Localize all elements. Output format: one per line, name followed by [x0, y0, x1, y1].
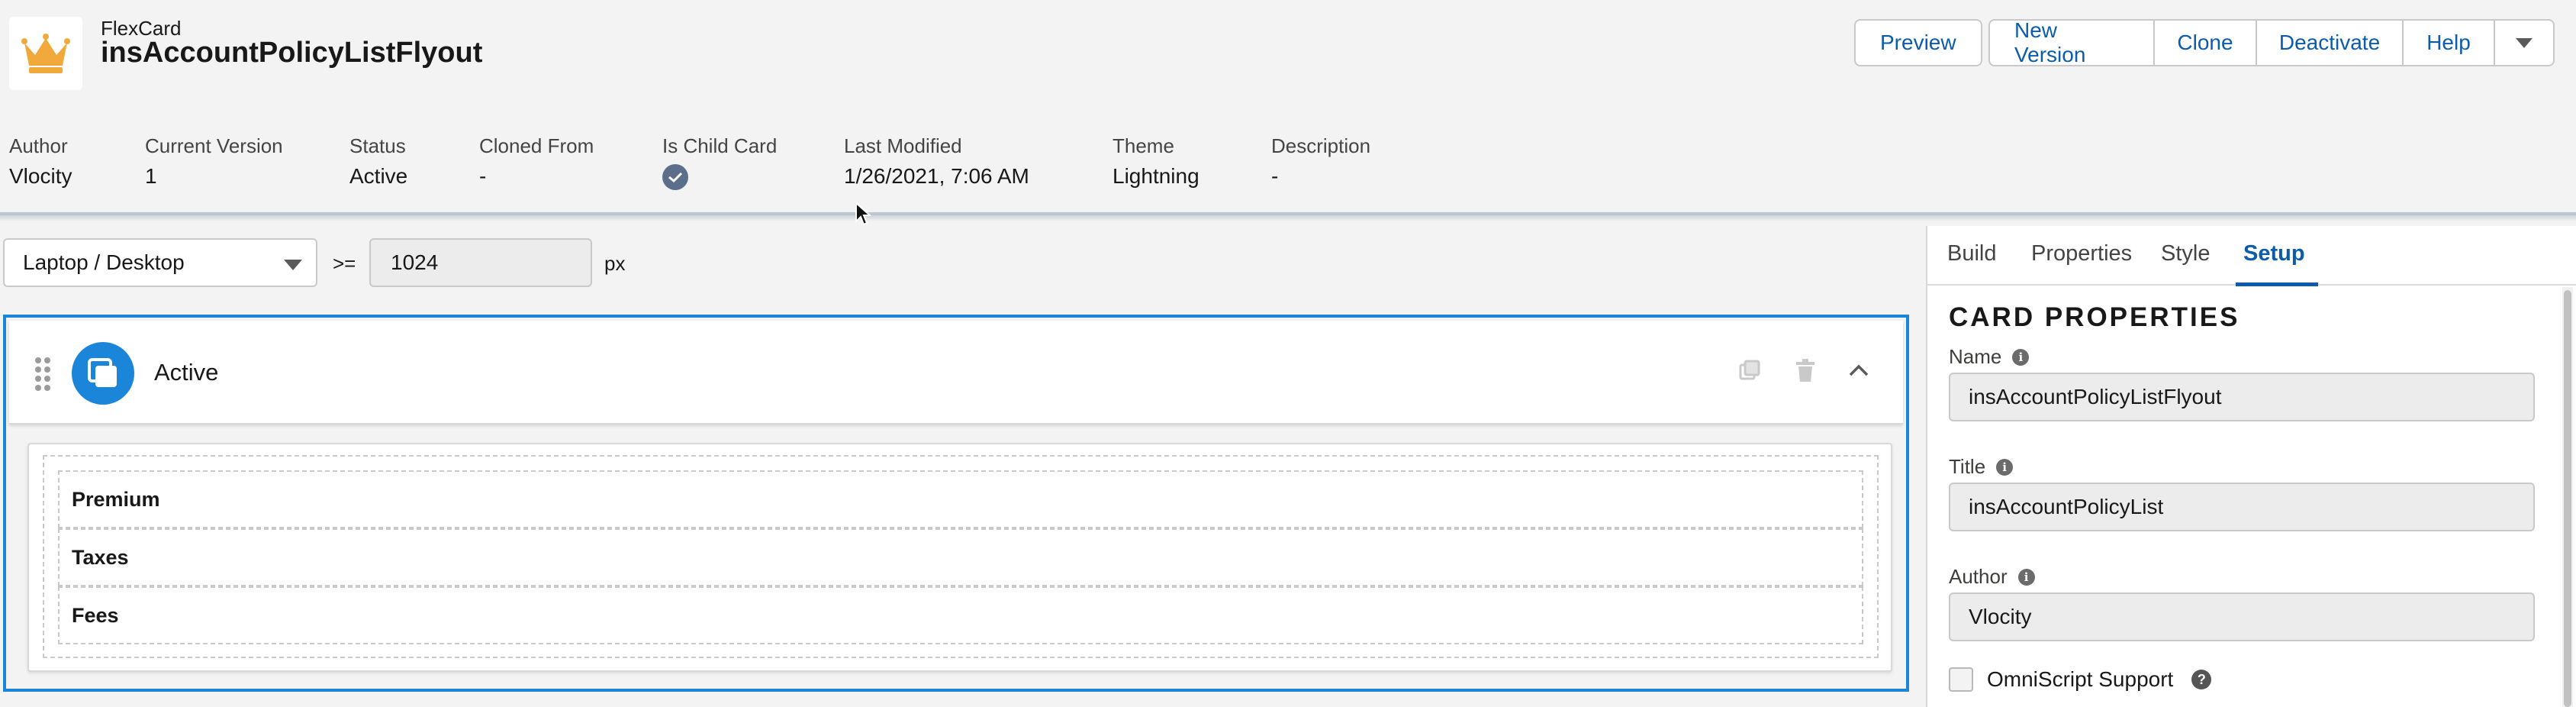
device-select[interactable]: Laptop / Desktop: [3, 238, 317, 287]
tab-setup[interactable]: Setup: [2243, 241, 2305, 266]
meta-status: Status Active: [349, 134, 408, 188]
more-actions-button[interactable]: [2494, 19, 2555, 66]
card-state-header: Active: [9, 321, 1903, 425]
preview-button[interactable]: Preview: [1854, 19, 1982, 66]
info-icon[interactable]: i: [2017, 568, 2035, 586]
deactivate-button[interactable]: Deactivate: [2256, 19, 2404, 66]
title-field[interactable]: insAccountPolicyList: [1949, 483, 2535, 531]
card-state-active[interactable]: Active Premium Taxes Fees: [3, 315, 1909, 692]
card-state-icon: [72, 342, 134, 405]
help-button[interactable]: Help: [2402, 19, 2495, 66]
page-header: FlexCard insAccountPolicyListFlyout Prev…: [0, 0, 2576, 215]
breakpoint-width-input[interactable]: 1024: [369, 238, 592, 287]
device-select-value: Laptop / Desktop: [23, 250, 185, 274]
omniscript-support-option: OmniScript Support ?: [1949, 667, 2212, 692]
breakpoint-operator: >=: [333, 252, 356, 275]
meta-description: Description -: [1271, 134, 1371, 188]
tab-style[interactable]: Style: [2161, 241, 2210, 266]
tab-properties[interactable]: Properties: [2031, 241, 2132, 266]
field-taxes[interactable]: Taxes: [58, 528, 1863, 586]
breakpoint-unit: px: [604, 252, 626, 275]
section-title: CARD PROPERTIES: [1949, 302, 2240, 332]
panel-tabs: Build Properties Style Setup: [1927, 226, 2576, 286]
help-icon[interactable]: ?: [2191, 670, 2212, 689]
info-icon[interactable]: i: [2012, 348, 2030, 366]
meta-theme: Theme Lightning: [1113, 134, 1199, 188]
card-state-title: Active: [154, 359, 219, 386]
card-body: Premium Taxes Fees: [27, 443, 1892, 672]
meta-last-modified: Last Modified 1/26/2021, 7:06 AM: [844, 134, 1029, 188]
meta-is-child-card: Is Child Card: [662, 134, 777, 190]
panel-scrollbar[interactable]: [2562, 287, 2573, 707]
field-block-container: Premium Taxes Fees: [43, 455, 1879, 658]
omniscript-support-label: OmniScript Support: [1987, 667, 2174, 691]
active-tab-indicator: [2236, 282, 2318, 286]
page-title: insAccountPolicyListFlyout: [101, 37, 483, 69]
header-divider: [0, 212, 2576, 221]
duplicate-icon[interactable]: [1738, 359, 1761, 386]
check-icon: [662, 164, 688, 190]
tab-build[interactable]: Build: [1947, 241, 1997, 266]
author-label: Author i: [1949, 565, 2035, 589]
field-fees[interactable]: Fees: [58, 586, 1863, 644]
clone-button[interactable]: Clone: [2153, 19, 2257, 66]
omniscript-support-checkbox[interactable]: [1949, 667, 1973, 692]
author-field[interactable]: Vlocity: [1949, 592, 2535, 641]
chevron-up-icon[interactable]: [1848, 363, 1869, 381]
info-icon[interactable]: i: [1996, 458, 2014, 476]
properties-panel: Build Properties Style Setup CARD PROPER…: [1926, 226, 2576, 707]
new-version-button[interactable]: New Version: [1988, 18, 2155, 66]
field-premium[interactable]: Premium: [58, 470, 1863, 528]
meta-author: Author Vlocity: [9, 134, 72, 188]
crown-icon: [9, 17, 82, 90]
scrollbar-thumb[interactable]: [2564, 290, 2571, 707]
mouse-cursor-icon: [855, 201, 872, 230]
meta-cloned-from: Cloned From -: [479, 134, 594, 188]
chevron-down-icon: [2516, 37, 2533, 48]
title-label: Title i: [1949, 455, 2014, 479]
name-field[interactable]: insAccountPolicyListFlyout: [1949, 373, 2535, 421]
caret-down-icon: [284, 260, 302, 270]
name-label: Name i: [1949, 345, 2030, 369]
delete-icon[interactable]: [1795, 359, 1816, 386]
meta-current-version: Current Version 1: [145, 134, 283, 188]
